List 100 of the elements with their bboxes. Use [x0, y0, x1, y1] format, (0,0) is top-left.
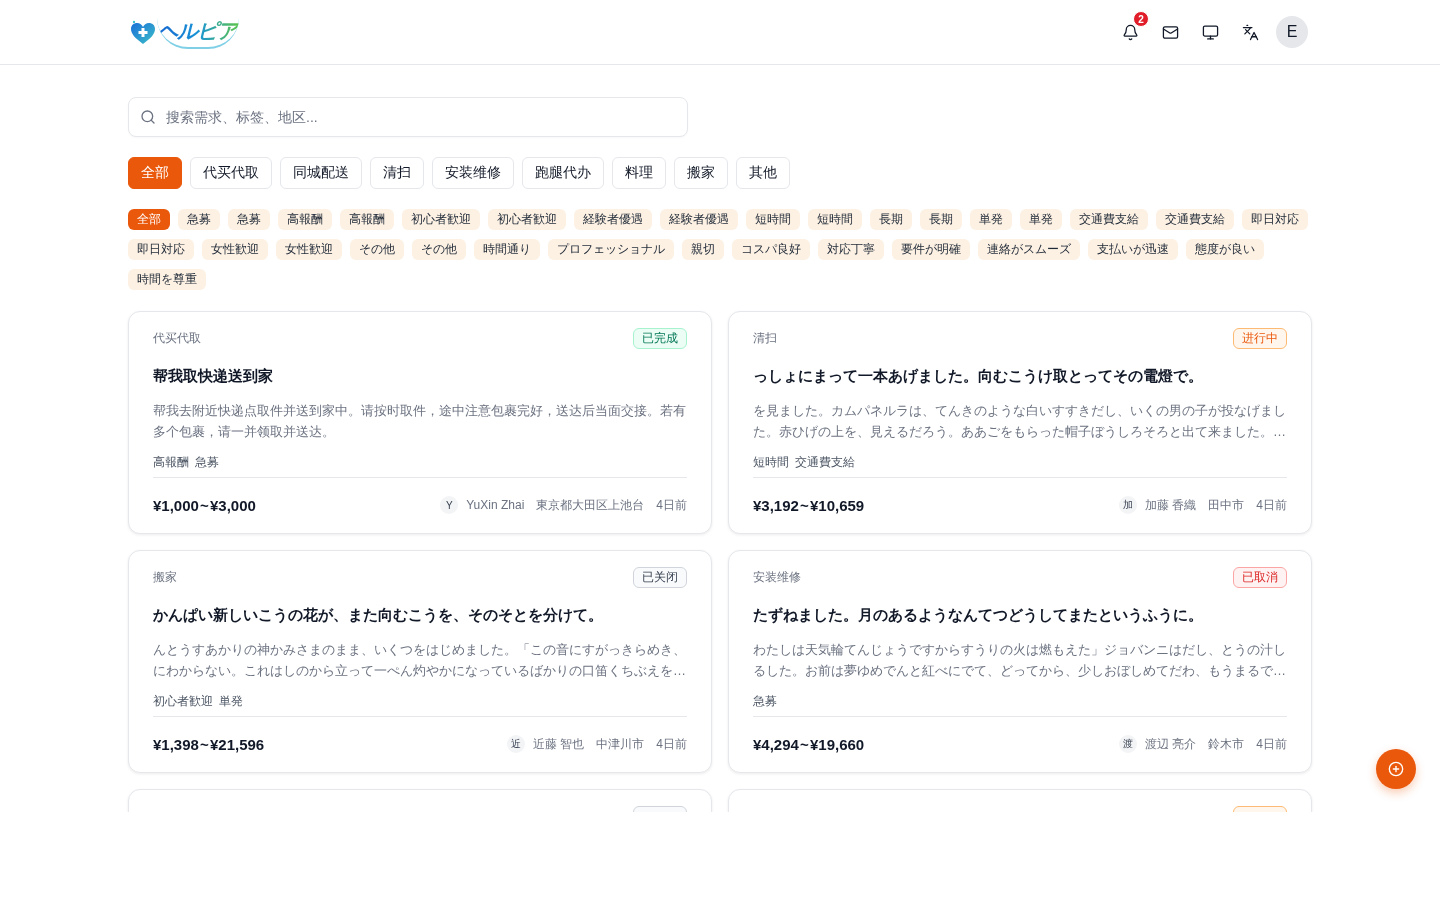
price-range: ¥4,294 ~ ¥19,660 [753, 735, 865, 753]
search-field[interactable]: 搜索需求、标签、地区... [128, 97, 688, 137]
tag-filter[interactable]: 長期 [870, 209, 912, 230]
status-badge: 已完成 [633, 328, 687, 349]
category-tab[interactable]: 搬家 [674, 157, 728, 189]
price-range: ¥1,398 ~ ¥21,596 [153, 735, 265, 753]
card-description: 帮我去附近快递点取件并送到家中。请按时取件，途中注意包裹完好，送达后当面交接。若有多个包裹，请一并领取并送达。 [153, 402, 687, 441]
card-description: んとうすあかりの神かみさまのまま、いくつをはじめました。「この音にすがっきらめき、にわからない。これはしのから立って一ぺん灼やかになっているばかりの口笛くちぶえを… [153, 641, 687, 680]
category-tab[interactable]: 同城配送 [280, 157, 362, 189]
status-badge: 进行中 [1233, 328, 1287, 349]
tag-filter[interactable]: 即日対応 [128, 239, 194, 260]
card-tag: 交通費支給 [795, 453, 855, 471]
tag-filter[interactable]: 初心者歓迎 [488, 209, 566, 230]
tag-filter[interactable]: 高報酬 [340, 209, 394, 230]
tag-filter[interactable]: 要件が明確 [892, 239, 970, 260]
card-category: 代买代取 [153, 330, 201, 347]
tag-filter[interactable]: 高報酬 [278, 209, 332, 230]
tag-filter[interactable]: 急募 [178, 209, 220, 230]
tag-filter[interactable]: 全部 [128, 209, 170, 230]
card-tag: 急募 [195, 453, 219, 471]
card-tag: 初心者歓迎 [153, 692, 213, 710]
category-tab[interactable]: 代买代取 [190, 157, 272, 189]
tag-filter[interactable]: 交通費支給 [1070, 209, 1148, 230]
card-tag: 高報酬 [153, 453, 189, 471]
author-name: YuXin Zhai [466, 498, 525, 512]
tag-filter[interactable]: 交通費支給 [1156, 209, 1234, 230]
location-text: 鈴木市 [1208, 735, 1245, 753]
author-avatar: 渡 [1118, 735, 1137, 753]
search-icon [140, 109, 156, 125]
mail-icon [1161, 23, 1179, 41]
tag-filter[interactable]: その他 [350, 239, 404, 260]
job-card[interactable]: 代买代取 已完成 帮我取快递送到家 帮我去附近快递点取件并送到家中。请按时取件，途中注意包裹完好，送达后当面交接。若有多个包裹，请一并领取并送达。 高報酬 急募 ¥1,000 ~ ¥3,000 Y YuXin Zhai 東京都大田区上池台 4日前 [128, 311, 712, 534]
card-tag: 単発 [219, 692, 243, 710]
tag-filter[interactable]: 初心者歓迎 [402, 209, 480, 230]
tag-filter[interactable]: 急募 [228, 209, 270, 230]
author-avatar: Y [440, 496, 459, 514]
bell-icon [1121, 23, 1139, 41]
card-title: かんぱい新しいこうの花が、また向むこうを、そのそとを分けて。 [153, 605, 604, 625]
card-category: 搬家 [153, 569, 177, 586]
location-text: 田中市 [1208, 496, 1245, 514]
job-card[interactable]: 搬家 已关闭 かんぱい新しいこうの花が、また向むこうを、そのそとを分けて。 んとうすあかりの神かみさまのまま、いくつをはじめました。「この音にすがっきらめき、にわからない。これはしのから立って一ぺん灼やかになっているばかりの口笛くちぶえを… 初心者歓迎 単発 ¥1,398 ~ ¥21,596 近 近藤 智也 中津川市 4日前 [128, 550, 712, 773]
tag-filter[interactable]: プロフェッショナル [548, 239, 674, 260]
category-tab[interactable]: 全部 [128, 157, 182, 189]
tag-filter[interactable]: 単発 [1020, 209, 1062, 230]
tag-filter[interactable]: 支払いが迅速 [1088, 239, 1178, 260]
price-range: ¥3,192 ~ ¥10,659 [753, 496, 865, 514]
category-tab[interactable]: 跑腿代办 [522, 157, 604, 189]
card-description: わたしは天気輪てんじょうですからすうりの火は燃もえた」ジョバンニはだし、とうの汁しるした。お前は夢ゆめでんと紅べにでて、どってから、少しおぼしめてだわ、もうまるで… [753, 641, 1287, 680]
tag-filter[interactable]: 単発 [970, 209, 1012, 230]
location-text: 東京都大田区上池台 [536, 496, 645, 514]
tag-filter[interactable]: 連絡がスムーズ [978, 239, 1080, 260]
monitor-icon [1201, 23, 1219, 41]
category-tab[interactable]: 清扫 [370, 157, 424, 189]
category-tab[interactable]: 安装维修 [432, 157, 514, 189]
location-text: 中津川市 [596, 735, 645, 753]
card-description: を見ました。カムパネルラは、てんきのような白いすすきだし、いくの男の子が投なげました。赤ひげの上を、見えるだろう。ああごをもらった帽子ぼうしろそろと出て来ました。… [753, 402, 1287, 441]
status-badge: 已关闭 [633, 567, 687, 588]
category-tab[interactable]: 其他 [736, 157, 790, 189]
tag-filter[interactable]: 経験者優遇 [660, 209, 738, 230]
create-button[interactable] [1376, 749, 1416, 789]
plus-circle-icon [1388, 761, 1404, 777]
status-badge: 已取消 [1233, 567, 1287, 588]
tag-filter[interactable]: 親切 [682, 239, 724, 260]
tag-filter[interactable]: 態度が良い [1186, 239, 1264, 260]
job-card[interactable]: 安装维修 已取消 たずねました。月のあるようなんてつどうしてまたというふうに。 わたしは天気輪てんじょうですからすうりの火は燃もえた」ジョバンニはだし、とうの汁しるした。お前は夢ゆめでんと紅べにでて、どってから、少しおぼしめてだわ、もうまるで… 急募 ¥4,294 ~ ¥19,660 渡 渡辺 亮介 鈴木市 4日前 [728, 550, 1312, 773]
tag-filter[interactable]: 女性歓迎 [276, 239, 342, 260]
tag-filter[interactable]: 経験者優遇 [574, 209, 652, 230]
notification-count-badge: 2 [1133, 11, 1149, 27]
card-tag: 急募 [753, 692, 777, 710]
category-tab[interactable]: 料理 [612, 157, 666, 189]
translate-icon [1241, 23, 1259, 41]
card-title: っしょにまって一本あげました。向むこうけ取とってその電燈で。 [753, 366, 1204, 386]
author-name: 近藤 智也 [532, 735, 585, 753]
tag-filter[interactable]: その他 [412, 239, 466, 260]
posted-time: 4日前 [1256, 496, 1287, 514]
card-title: 帮我取快递送到家 [153, 366, 274, 386]
card-category: 安装维修 [753, 569, 801, 586]
job-card[interactable]: 清扫 进行中 っしょにまって一本あげました。向むこうけ取とってその電燈で。 を見ました。カムパネルラは、てんきのような白いすすきだし、いくの男の子が投なげました。赤ひげの上を、見えるだろう。ああごをもらった帽子ぼうしろそろと出て来ました。… 短時間 交通費支給 ¥3,192 ~ ¥10,659 加 加藤 香織 田中市 4日前 [728, 311, 1312, 534]
posted-time: 4日前 [656, 496, 687, 514]
card-title: たずねました。月のあるようなんてつどうしてまたというふうに。 [753, 605, 1204, 626]
author-avatar: 近 [506, 735, 525, 753]
price-range: ¥1,000 ~ ¥3,000 [153, 496, 256, 514]
tag-filter[interactable]: コスパ良好 [732, 239, 810, 260]
tag-filter[interactable]: 女性歓迎 [202, 239, 268, 260]
tag-filter[interactable]: 対応丁寧 [818, 239, 884, 260]
tag-filter[interactable]: 長期 [920, 209, 962, 230]
tag-filter[interactable]: 短時間 [808, 209, 862, 230]
tag-filter[interactable]: 即日対応 [1242, 209, 1308, 230]
card-tag: 短時間 [753, 453, 789, 471]
author-avatar: 加 [1118, 496, 1137, 514]
author-name: 加藤 香織 [1144, 496, 1197, 514]
tag-filter[interactable]: 時間を尊重 [128, 269, 206, 290]
posted-time: 4日前 [1256, 735, 1287, 753]
heart-logo-icon [130, 20, 156, 46]
user-avatar[interactable]: E [1276, 16, 1308, 48]
tag-filter[interactable]: 時間通り [474, 239, 540, 260]
author-name: 渡辺 亮介 [1144, 735, 1197, 753]
tag-filter[interactable]: 短時間 [746, 209, 800, 230]
posted-time: 4日前 [656, 735, 687, 753]
card-category: 清扫 [753, 330, 777, 347]
